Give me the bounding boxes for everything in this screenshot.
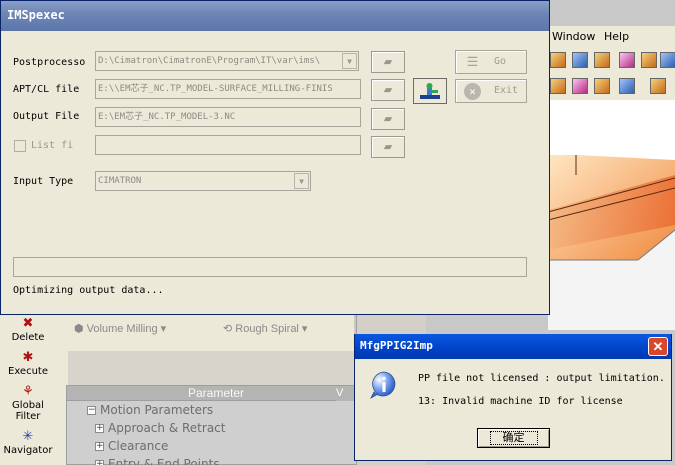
postprocessor-value: D:\Cimatron\CimatronE\Program\IT\var\ims… <box>98 56 321 66</box>
folder-icon: ▰ <box>383 113 393 125</box>
param-row-label: Clearance <box>108 439 169 453</box>
list-file-field[interactable] <box>95 135 361 155</box>
progress-bar <box>13 257 527 277</box>
mfg-dialog-title: MfgPPIG2Imp <box>360 339 433 352</box>
toolbar-tool-icon[interactable] <box>594 78 610 94</box>
list-file-browse-button[interactable]: ▰ <box>371 136 405 158</box>
mfg-dialog-titlebar[interactable]: MfgPPIG2Imp ✕ <box>355 334 671 359</box>
postprocessor-combo[interactable]: D:\Cimatron\CimatronE\Program\IT\var\ims… <box>95 51 359 71</box>
cad-model-render <box>548 108 675 330</box>
expand-icon[interactable]: + <box>95 460 104 465</box>
execute-icon: ✱ <box>22 350 34 365</box>
filter-icon: ⚘ <box>22 384 34 399</box>
delete-icon: ✖ <box>22 316 34 331</box>
go-button-label: Go <box>494 56 507 67</box>
collapse-icon[interactable]: − <box>87 406 96 415</box>
param-row-motion[interactable]: − Motion Parameters <box>67 401 365 419</box>
param-row-label: Motion Parameters <box>100 403 214 417</box>
output-file-value: E:\EM芯子_NC.TP_MODEL-3.NC <box>98 112 236 122</box>
input-type-combo[interactable]: CIMATRON ▼ <box>95 171 311 191</box>
parameter-value-header: V <box>336 386 356 401</box>
cad-3d-viewport[interactable] <box>548 100 675 330</box>
exit-icon: ✕ <box>464 83 481 100</box>
toolbar-tool-icon[interactable] <box>550 52 566 68</box>
procedure-type-label: Volume Milling <box>86 323 158 335</box>
menu-help[interactable]: Help <box>604 30 629 43</box>
parameter-table-header: Parameter <box>67 386 365 401</box>
close-button[interactable]: ✕ <box>648 337 668 356</box>
info-icon <box>370 371 396 400</box>
license-message: PP file not licensed : output limitation… <box>418 373 665 384</box>
output-file-label: Output File <box>13 111 80 122</box>
execute-tool[interactable]: ✱ Execute <box>0 350 56 378</box>
postprocessor-label: Postprocesso <box>13 57 86 68</box>
procedure-type-select[interactable]: ⬢ Volume Milling ▾ <box>74 322 166 335</box>
close-icon: ✕ <box>652 339 664 354</box>
global-filter-label: Global Filter <box>12 400 44 422</box>
folder-icon: ▰ <box>383 84 393 96</box>
bg-left-toolstrip: ✖ Delete ✱ Execute ⚘ Global Filter ✳ Nav… <box>0 315 64 465</box>
go-icon: ☰ <box>466 55 479 70</box>
folder-icon: ▰ <box>383 141 393 153</box>
delete-tool-label: Delete <box>11 332 45 343</box>
param-row-entry-end[interactable]: + Entry & End Points <box>67 455 365 465</box>
toolbar-tool-icon[interactable] <box>550 78 566 94</box>
mfgppig2imp-dialog: MfgPPIG2Imp ✕ PP file not licensed : out… <box>354 334 672 461</box>
exit-button-label: Exit <box>494 85 519 96</box>
procedure-subtype-label: Rough Spiral <box>235 323 299 335</box>
imspexec-titlebar[interactable]: IMSpexec <box>1 1 549 31</box>
procedure-subtype-select[interactable]: ⟲ Rough Spiral ▾ <box>223 322 307 335</box>
toolbar-pencil-icon[interactable] <box>650 78 666 94</box>
apt-cl-file-value: E:\\EM芯子_NC.TP_MODEL-SURFACE_MILLING-FIN… <box>98 84 333 94</box>
apt-cl-file-field[interactable]: E:\\EM芯子_NC.TP_MODEL-SURFACE_MILLING-FIN… <box>95 79 361 99</box>
toolbar-box-icon[interactable] <box>660 52 675 68</box>
imspexec-title: IMSpexec <box>7 8 65 22</box>
postprocessor-browse-button[interactable]: ▰ <box>371 51 405 73</box>
execute-tool-label: Execute <box>8 366 48 377</box>
exit-button[interactable]: ✕ Exit <box>455 79 527 103</box>
bg-toolbar-2 <box>548 74 675 100</box>
apt-cl-file-label: APT/CL file <box>13 84 80 95</box>
expand-icon[interactable]: + <box>95 424 104 433</box>
expand-icon[interactable]: + <box>95 442 104 451</box>
machine-setup-button[interactable] <box>413 78 447 104</box>
list-file-checkbox[interactable] <box>14 140 26 152</box>
toolbar-tool-icon[interactable] <box>572 78 588 94</box>
machine-id-message: 13: Invalid machine ID for license <box>418 396 623 407</box>
navigator-tool[interactable]: ✳ Navigator <box>0 429 56 457</box>
imspexec-window: IMSpexec Postprocesso D:\Cimatron\Cimatr… <box>0 0 550 315</box>
apt-cl-browse-button[interactable]: ▰ <box>371 79 405 101</box>
toolbar-box-icon[interactable] <box>619 52 635 68</box>
parameter-table: Parameter − Motion Parameters + Approach &… <box>66 385 366 465</box>
folder-icon: ▰ <box>383 56 393 68</box>
chevron-down-icon[interactable]: ▼ <box>342 53 357 69</box>
chevron-down-icon[interactable]: ▼ <box>294 173 309 189</box>
param-row-label: Approach & Retract <box>108 421 226 435</box>
toolbar-tool-icon[interactable] <box>594 52 610 68</box>
toolbar-box-icon[interactable] <box>641 52 657 68</box>
output-file-browse-button[interactable]: ▰ <box>371 108 405 130</box>
ok-button[interactable]: 确定 <box>477 428 550 448</box>
menu-window[interactable]: Window <box>552 30 595 43</box>
output-file-field[interactable]: E:\EM芯子_NC.TP_MODEL-3.NC <box>95 107 361 127</box>
machine-robot-icon <box>420 83 440 99</box>
go-button[interactable]: ☰ Go <box>455 50 527 74</box>
toolbar-tool-icon[interactable] <box>619 78 635 94</box>
input-type-label: Input Type <box>13 176 74 187</box>
input-type-value: CIMATRON <box>98 176 142 186</box>
navigator-icon: ✳ <box>22 429 34 444</box>
list-file-label: List fi <box>31 140 74 151</box>
navigator-tool-label: Navigator <box>3 445 53 456</box>
global-filter-tool[interactable]: ⚘ Global Filter <box>0 384 56 423</box>
bg-toolbar-1 <box>548 46 675 74</box>
delete-tool[interactable]: ✖ Delete <box>0 316 56 344</box>
param-row-approach[interactable]: + Approach & Retract <box>67 419 365 437</box>
toolbar-tool-icon[interactable] <box>572 52 588 68</box>
procedure-panel: ⬢ Volume Milling ▾ ⟲ Rough Spiral ▾ Para… <box>64 315 420 465</box>
status-text: Optimizing output data... <box>13 285 164 296</box>
param-row-label: Entry & End Points <box>108 457 220 465</box>
bg-menubar: Window Help <box>548 26 675 46</box>
param-row-clearance[interactable]: + Clearance <box>67 437 365 455</box>
ok-button-label: 确定 <box>489 431 538 445</box>
